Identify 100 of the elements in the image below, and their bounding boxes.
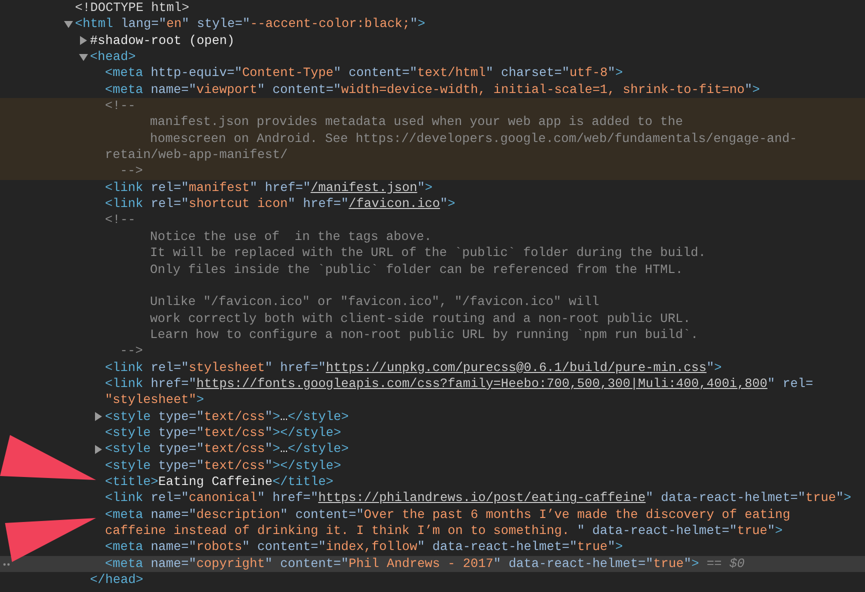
tree-row[interactable]: <style type="text/css">…</style> bbox=[94, 408, 865, 425]
attribute-name: " bbox=[264, 424, 273, 442]
expand-triangle-icon[interactable] bbox=[94, 412, 103, 422]
attribute-value: viewport bbox=[196, 82, 258, 98]
collapse-triangle-icon[interactable] bbox=[64, 20, 73, 30]
attribute-value: caffeine instead of drinking it. I think I’m on to something. bbox=[105, 523, 570, 540]
attribute-name: " href=" bbox=[264, 360, 326, 376]
attribute-value: true bbox=[736, 523, 768, 540]
attribute-name: " bbox=[706, 360, 714, 376]
tag-name: ></style> bbox=[272, 424, 342, 442]
attribute-value: "stylesheet" bbox=[105, 392, 196, 409]
tree-row[interactable]: <style type="text/css">…</style> bbox=[94, 441, 865, 458]
collapse-triangle-icon[interactable] bbox=[79, 52, 88, 62]
comment-text: Notice the use of in the tags above. bbox=[150, 228, 432, 246]
tag-name: <style bbox=[105, 441, 151, 458]
tag-name: <head> bbox=[90, 49, 136, 66]
comment-text: Learn how to configure a non-root public URL by running `npm run build`. bbox=[150, 326, 698, 344]
attribute-value: true bbox=[653, 556, 684, 572]
attribute-name: name=" bbox=[150, 556, 196, 572]
attribute-name: " bbox=[264, 458, 273, 474]
tag-name: <title> bbox=[105, 474, 158, 490]
tree-row[interactable]: <meta name="copyright" content="Phil Andrews - 2017" data-react-helmet="true"> == $0 bbox=[0, 556, 865, 572]
pointer-arrow-icon bbox=[0, 435, 96, 481]
tag-name: <meta bbox=[105, 65, 144, 82]
link[interactable]: /favicon.ico bbox=[348, 196, 440, 212]
attribute-name: rel=" bbox=[150, 490, 189, 507]
tree-row[interactable]: <meta name="robots" content="index,follow" data-react-helmet="true"> bbox=[94, 539, 865, 556]
tag-name: </title> bbox=[272, 474, 334, 490]
tag-name: > bbox=[691, 556, 699, 572]
expand-triangle-icon[interactable] bbox=[94, 444, 103, 454]
tag-name: <style bbox=[105, 458, 151, 474]
tree-row[interactable]: <link rel="manifest" href="/manifest.json"> bbox=[94, 180, 865, 196]
tag-name: > bbox=[418, 16, 426, 33]
attribute-name: " content=" bbox=[242, 539, 326, 556]
comment-text: work correctly both with client-side routing and a non-root public URL. bbox=[150, 310, 691, 327]
attribute-name: name=" bbox=[150, 506, 196, 523]
tag-name: <link bbox=[105, 490, 144, 507]
attribute-value: --accent-color:black; bbox=[250, 16, 410, 33]
attribute-name: type=" bbox=[157, 458, 204, 474]
tag-name: <link bbox=[105, 376, 144, 392]
attribute-name: " href=" bbox=[288, 196, 349, 212]
text-content: … bbox=[280, 408, 288, 425]
attribute-value: true bbox=[806, 490, 836, 507]
attribute-value: Over the past 6 months I’ve made the discovery of eating bbox=[364, 506, 790, 523]
tag-name: > bbox=[714, 360, 722, 376]
attribute-name: " bbox=[264, 441, 273, 458]
attribute-name: " bbox=[608, 65, 616, 82]
tag-name: ></style> bbox=[272, 458, 342, 474]
attribute-name: " bbox=[410, 16, 418, 33]
tree-row[interactable]: <link rel="canonical" href="https://philandrews.io/post/eating-caffeine" data-react-helmet="true"> bbox=[94, 490, 865, 507]
link[interactable]: https://unpkg.com/purecss@0.6.1/build/pure-min.css bbox=[326, 360, 707, 376]
attribute-name: " bbox=[264, 408, 273, 425]
tag-name: > bbox=[844, 490, 852, 507]
attribute-name: " data-react-helmet=" bbox=[646, 490, 806, 507]
attribute-value: shortcut icon bbox=[188, 196, 288, 212]
attribute-name: " style=" bbox=[182, 16, 250, 33]
tag-name: <meta bbox=[105, 506, 144, 523]
tree-row[interactable]: <meta http-equiv="Content-Type" content="text/html" charset="utf-8"> bbox=[94, 65, 865, 82]
attribute-name: rel=" bbox=[150, 196, 189, 212]
tag-name: > bbox=[272, 408, 280, 425]
text-content: Eating Caffeine bbox=[158, 474, 273, 490]
tag-name: </style> bbox=[288, 408, 349, 425]
tree-row[interactable]: <html lang="en" style="--accent-color:black;"> bbox=[64, 16, 865, 33]
tree-row[interactable]: <link rel="shortcut icon" href="/favicon.ico"> bbox=[94, 196, 865, 212]
attribute-name: " bbox=[684, 556, 692, 572]
comment-text: retain/web-app-manifest/ bbox=[105, 147, 288, 164]
tag-name: <style bbox=[105, 424, 151, 442]
expand-triangle-icon[interactable] bbox=[79, 36, 88, 46]
attribute-name: rel=" bbox=[150, 180, 189, 196]
tag-name: > bbox=[752, 82, 760, 98]
tree-row[interactable]: <meta name="description" content="Over the past 6 months I’ve made the discovery of eating caffeine instead of drinking it. I think I’m on to something. " data-react-helmet="true"> bbox=[94, 506, 865, 540]
attribute-name: " data-react-helmet=" bbox=[417, 539, 578, 556]
link[interactable]: https://philandrews.io/post/eating-caffeine bbox=[318, 490, 646, 507]
tree-row[interactable]: <meta name="viewport" content="width=device-width, initial-scale=1, shrink-to-fit=no"> bbox=[94, 82, 865, 98]
tree-row[interactable]: #shadow-root (open) bbox=[79, 32, 865, 50]
attribute-value: Content-Type bbox=[242, 65, 334, 82]
attribute-name: " bbox=[440, 196, 448, 212]
tree-row[interactable]: <!-- manifest.json provides metadata used when your web app is added to the homescreen on Android. See https://developers.google.com/web/fundamentals/engage-and- retain/web-app-manifest/ --> bbox=[0, 98, 865, 180]
tree-row[interactable]: <!DOCTYPE html> bbox=[64, 0, 865, 16]
tag-name: > bbox=[448, 196, 456, 212]
attribute-value: text/css bbox=[204, 424, 265, 442]
comment-text: --> bbox=[120, 343, 143, 360]
tree-row[interactable]: <title>Eating Caffeine</title> bbox=[94, 474, 865, 490]
comment-text: <!-- bbox=[105, 98, 136, 114]
attribute-name: type=" bbox=[157, 424, 204, 442]
attribute-name: type=" bbox=[157, 408, 204, 425]
link[interactable]: https://fonts.googleapis.com/css?family=Heebo:700,500,300|Muli:400,400i,800 bbox=[196, 376, 768, 392]
tag-name: <meta bbox=[105, 556, 144, 572]
tree-row[interactable]: <style type="text/css"></style> bbox=[94, 458, 865, 474]
tree-row[interactable]: <link href="https://fonts.googleapis.com/css?family=Heebo:700,500,300|Muli:400,400i,800" rel= "stylesheet"> bbox=[94, 376, 865, 409]
tag-name: <style bbox=[105, 408, 151, 425]
dots-icon bbox=[3, 562, 10, 566]
tree-row[interactable]: <head> bbox=[79, 49, 865, 66]
attribute-value: Phil Andrews - 2017 bbox=[348, 556, 494, 572]
attribute-value: stylesheet bbox=[188, 360, 265, 376]
tree-row[interactable]: <style type="text/css"></style> bbox=[94, 424, 865, 442]
link[interactable]: /manifest.json bbox=[310, 180, 418, 196]
tree-row[interactable]: <link rel="stylesheet" href="https://unpkg.com/purecss@0.6.1/build/pure-min.css"> bbox=[94, 360, 865, 376]
attribute-name: rel=" bbox=[150, 360, 189, 376]
attribute-name: name=" bbox=[150, 82, 196, 98]
